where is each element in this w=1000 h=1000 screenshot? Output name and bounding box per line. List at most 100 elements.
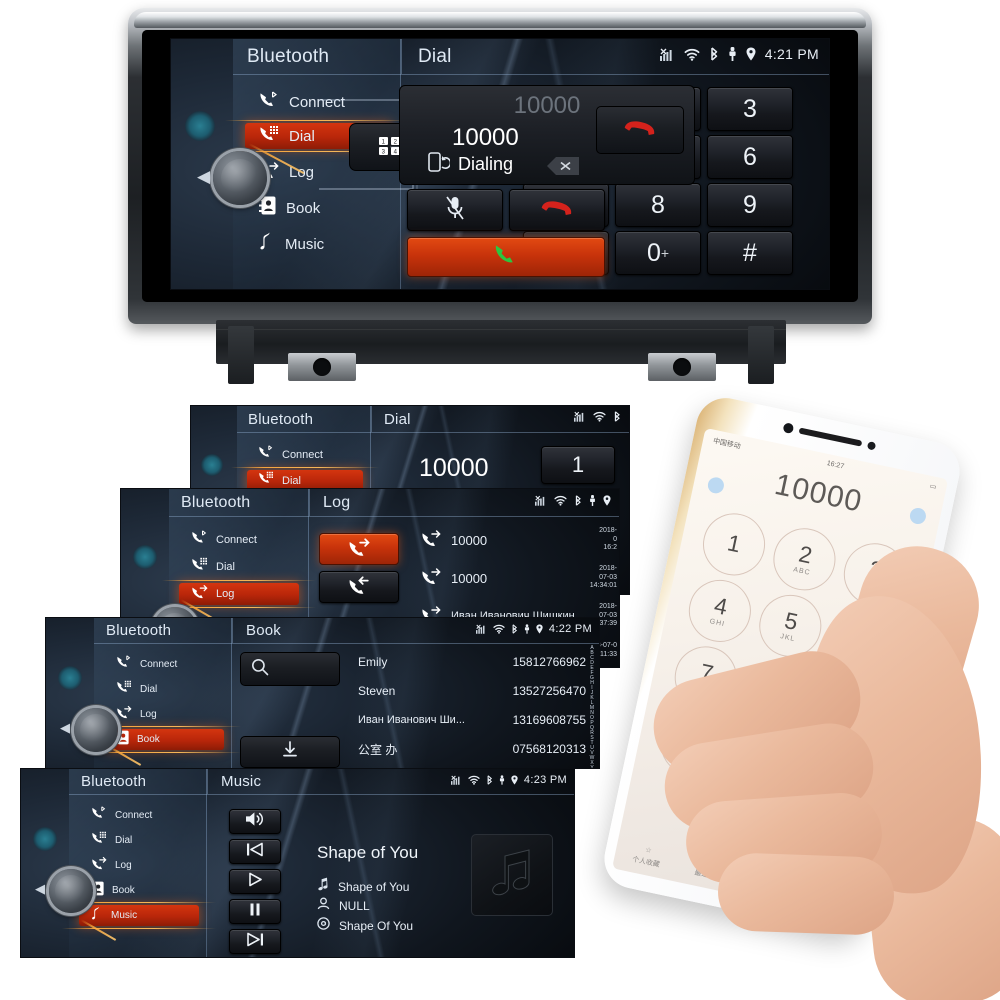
mute-button[interactable] [407, 189, 503, 231]
sidebar-item-music[interactable]: Music [245, 231, 391, 257]
phone-bluetooth-icon [258, 445, 274, 464]
hangup-icon [540, 200, 574, 221]
location-pin-icon [746, 47, 756, 61]
outgoing-calls-filter[interactable] [319, 533, 399, 565]
bluetooth-icon [511, 624, 518, 634]
phone-battery-icon: ▭ [929, 482, 937, 492]
sidebar-item-dial[interactable]: Dial [79, 830, 199, 851]
sidebar-item-label: Dial [282, 474, 301, 487]
content-title: Book [246, 622, 281, 639]
phone-bluetooth-icon [191, 530, 208, 550]
mounting-bracket-right [648, 353, 716, 381]
back-arrow-icon[interactable]: ◀ [60, 720, 70, 736]
wifi-icon [593, 411, 606, 422]
log-entry-name: 10000 [451, 532, 488, 548]
key-label: 6 [743, 142, 757, 171]
alphabet-index[interactable]: ABCDEFGHIJKLMNOPQRSTUVWXYZ# [587, 646, 597, 769]
phone-key-2[interactable]: 2 ABC [767, 522, 842, 597]
search-input[interactable] [240, 652, 340, 686]
backspace-icon[interactable] [546, 156, 580, 181]
key-label: 9 [743, 190, 757, 219]
keypad-key-9[interactable]: 9 [707, 183, 793, 227]
usb-icon [589, 495, 596, 506]
now-playing-title: Shape of You [317, 843, 419, 862]
download-contacts-button[interactable] [240, 736, 340, 768]
contact-card-icon [259, 196, 276, 220]
previous-button[interactable] [229, 839, 281, 864]
sidebar-item-connect[interactable]: Connect [79, 805, 199, 826]
music-screen[interactable]: Bluetooth Music 4:23 PM Connect Dial Log… [20, 768, 575, 958]
phone-key-4[interactable]: 4 GHI [683, 574, 757, 648]
hangup-button[interactable] [509, 189, 605, 231]
back-arrow-icon[interactable]: ◀ [197, 167, 210, 187]
keypad-key-3[interactable]: 3 [707, 87, 793, 131]
music-note-icon [317, 877, 329, 896]
sidebar-item-music[interactable]: Music [62, 902, 216, 929]
wifi-icon [468, 775, 480, 785]
sidebar-item-log[interactable]: Log [162, 580, 316, 608]
back-arrow-icon[interactable]: ◀ [35, 881, 45, 897]
sidebar-item-connect[interactable]: Connect [179, 529, 299, 551]
sidebar-item-connect[interactable]: Connect [104, 654, 224, 675]
sidebar-item-dial[interactable]: Dial [104, 679, 224, 700]
keypad-key-8[interactable]: 8 [615, 183, 701, 227]
log-entry-time: 2018-0 16:2 [599, 527, 617, 553]
status-bar: 4:21 PM [659, 46, 819, 62]
rotary-knob-graphic[interactable] [74, 708, 118, 752]
sidebar-title-bar: Bluetooth [233, 39, 401, 75]
call-icon [493, 242, 519, 273]
phone-transfer-icon [191, 584, 208, 604]
rotary-knob-graphic[interactable] [49, 869, 93, 913]
contact-row[interactable]: Steven 13527256470 [358, 681, 586, 701]
sidebar-item-book[interactable]: Book [79, 880, 199, 901]
play-icon [247, 872, 263, 892]
play-button[interactable] [229, 869, 281, 894]
sidebar-item-log[interactable]: Log [79, 855, 199, 876]
key-label: 0 [646, 238, 661, 267]
phone-key-1[interactable]: 1 [697, 507, 771, 582]
front-camera-icon [782, 422, 795, 435]
contact-row[interactable]: Emily 15812766962 [358, 652, 586, 672]
keypad-key-hash[interactable]: # [707, 231, 793, 275]
ambient-light-dot [133, 545, 157, 569]
hangup-button-overlay[interactable] [596, 106, 684, 154]
transfer-to-phone-icon[interactable] [428, 150, 452, 179]
call-outgoing-icon [421, 567, 441, 590]
phone-tab-favorites[interactable]: ☆ 个人收藏 [631, 843, 663, 869]
keypad-key-0[interactable]: 0 + [615, 231, 701, 275]
log-entry-row[interactable]: 10000 2018-0 16:2 [421, 527, 617, 553]
sidebar-item-log[interactable]: Log [104, 704, 224, 725]
keypad-key-6[interactable]: 6 [707, 135, 793, 179]
keypad-key-1[interactable]: 1 [541, 446, 615, 484]
sidebar-title: Bluetooth [106, 622, 172, 639]
volume-button[interactable] [229, 809, 281, 834]
track-title: Shape of You [338, 879, 410, 894]
next-icon [245, 932, 265, 952]
dialed-number: 10000 [419, 454, 489, 482]
contact-row[interactable]: Иван Иванович Ши... 13169608755 [358, 710, 586, 730]
main-screen-dial[interactable]: Bluetooth Dial 4:21 PM Connect Dial Book… [170, 38, 830, 290]
pause-button[interactable] [229, 899, 281, 924]
sidebar-item-connect[interactable]: Connect [247, 444, 363, 465]
sidebar-item-book[interactable]: Book [87, 726, 241, 753]
call-button[interactable] [407, 237, 605, 277]
incoming-calls-filter[interactable] [319, 571, 399, 603]
volume-icon [245, 811, 265, 832]
sidebar-item-book[interactable]: Book [245, 195, 391, 221]
sidebar-item-connect[interactable]: Connect [245, 89, 391, 115]
rotary-knob-graphic[interactable] [213, 151, 267, 205]
phone-key-digit: 2 [796, 540, 815, 569]
sidebar-item-dial[interactable]: Dial [179, 556, 299, 578]
log-entry-row[interactable]: 10000 2018-07-03 14:34:01 [421, 565, 617, 590]
phone-carrier: 中国移动 [712, 437, 742, 451]
book-screen[interactable]: Bluetooth Book 4:22 PM Connect Dial Log … [45, 617, 600, 769]
status-clock: 4:21 PM [764, 46, 819, 62]
ambient-light-dot [185, 111, 215, 141]
call-incoming-icon [348, 575, 370, 600]
next-button[interactable] [229, 929, 281, 954]
wifi-icon [684, 48, 700, 61]
contact-row[interactable]: 公室 办 07568120313 [358, 739, 586, 759]
location-pin-icon [603, 495, 611, 506]
alphabet-index-letter[interactable]: Y [590, 766, 593, 769]
signal-no-sim-icon [475, 624, 487, 634]
